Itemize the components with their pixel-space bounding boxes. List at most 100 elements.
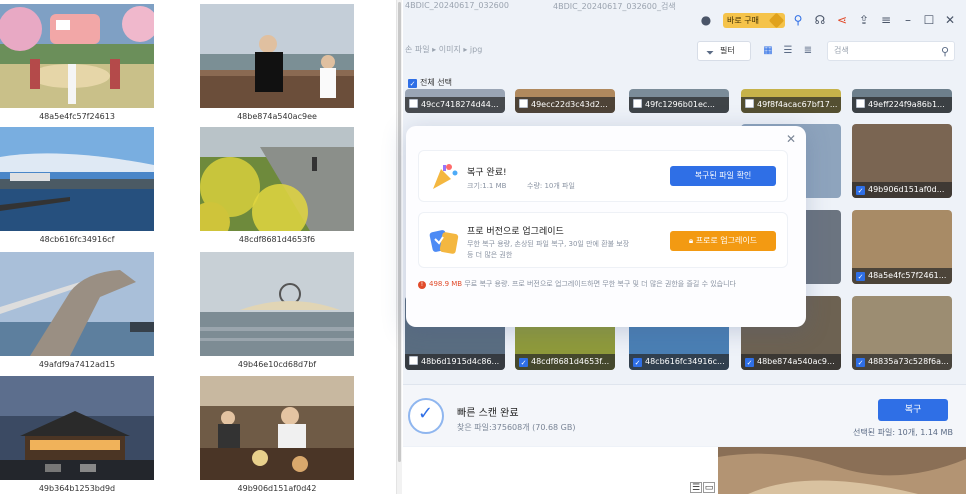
thumbnail-caption: 49b364b1253bd9d — [38, 484, 116, 493]
found-files-count: 찾은 파일:375608개 (70.68 GB) — [457, 423, 576, 432]
ghost-filename: 4BDIC_20240617_032600_검색 — [553, 2, 676, 11]
checkbox[interactable]: ✓ — [856, 358, 865, 367]
close-icon[interactable]: ✕ — [942, 12, 958, 28]
checkbox[interactable] — [409, 99, 418, 108]
thumbnail-caption: 48be874a540ac9ee — [237, 112, 317, 121]
checkbox[interactable] — [519, 99, 528, 108]
thumbnail-image — [0, 376, 154, 480]
maximize-icon[interactable]: ☐ — [921, 12, 937, 28]
status-bar: ✓ 빠른 스캔 완료 찾은 파일:375608개 (70.68 GB) 복구 선… — [403, 384, 966, 446]
thumbnail-image — [200, 4, 354, 108]
checkbox[interactable]: ✓ — [519, 358, 528, 367]
recovery-complete-card: 복구 완료! 크기:1.1 MB 수량: 10개 파일 복구된 파일 확인 — [418, 150, 788, 202]
headset-icon[interactable]: ☊ — [812, 12, 828, 28]
file-name: ✓ 48be874a540ac9... — [741, 354, 841, 370]
pin-icon[interactable]: ⚲ — [790, 12, 806, 28]
list-view-icon[interactable]: ≣ — [801, 44, 815, 58]
free-quota-warning: ! 498.9 MB 무료 복구 용량. 프로 버전으로 업그레이드하면 무한 복… — [418, 279, 736, 289]
checkbox[interactable]: ✓ — [856, 186, 865, 195]
buy-now-label: 바로 구매 — [727, 16, 759, 25]
checkbox[interactable] — [409, 356, 418, 365]
file-tile[interactable]: 49cc7418274d44... — [405, 89, 505, 113]
thumbnail-caption: 48cdf8681d4653f6 — [238, 235, 316, 244]
thumbnail-image — [200, 252, 354, 356]
file-name: 49fc1296b01ec... — [629, 97, 729, 113]
title-bar: 4BDIC_20240617_032600 4BDIC_20240617_032… — [403, 0, 966, 38]
file-name: ✓ 48835a73c528f6a... — [852, 354, 952, 370]
discord-icon[interactable]: ● — [698, 12, 714, 28]
recover-button[interactable]: 복구 — [878, 399, 948, 421]
select-all-checkbox[interactable]: ✓ 전체 선택 — [408, 77, 452, 88]
filter-button[interactable]: ⏷ 필터 — [697, 41, 751, 61]
detail-view-icon[interactable]: ☰ — [781, 44, 795, 58]
recovery-complete-dialog: ✕ 복구 완료! 크기:1.1 MB 수량: 10개 파일 복구된 파일 확인 … — [406, 126, 806, 327]
list-mode-icon[interactable]: ☰ — [690, 482, 702, 493]
share-icon[interactable]: ⋖ — [834, 12, 850, 28]
dialog-close-icon[interactable]: ✕ — [786, 132, 796, 146]
file-name: ✓ 48a5e4fc57f2461... — [852, 268, 952, 284]
checkbox[interactable]: ✓ — [745, 358, 754, 367]
checkbox[interactable]: ✓ — [633, 358, 642, 367]
checkbox[interactable] — [633, 99, 642, 108]
free-quota-text: 무료 복구 용량. 프로 버전으로 업그레이드하면 무한 복구 및 더 많은 권… — [464, 280, 736, 288]
search-placeholder: 검색 — [834, 46, 849, 55]
toolbar: 손 파일 ▸ 이미지 ▸ jpg ⏷ 필터 ▦ ☰ ≣ 검색 ⚲ — [403, 38, 966, 64]
thumbnail-caption: 48a5e4fc57f24613 — [39, 112, 115, 121]
filter-icon: ⏷ — [706, 48, 714, 59]
file-tile[interactable]: 49fc1296b01ec... — [629, 89, 729, 113]
ghost-filename: 4BDIC_20240617_032600 — [405, 1, 509, 10]
upgrade-title: 프로 버전으로 업그레이드 — [467, 227, 564, 237]
upgrade-to-pro-button[interactable]: 🔒︎ 프로로 업그레이드 — [670, 231, 776, 251]
upgrade-description: 무한 복구 용량, 손상된 파일 복구, 30일 만에 환불 보장 — [467, 240, 630, 248]
menu-icon[interactable]: ≡ — [878, 12, 894, 28]
thumbnail-image — [200, 376, 354, 480]
recovery-complete-title: 복구 완료! — [467, 168, 507, 178]
background-photo — [718, 447, 966, 494]
thumbnail-image — [200, 127, 354, 231]
file-name: ✓ 49b906d151af0d... — [852, 182, 952, 198]
file-explorer-pane: 48a5e4fc57f24613 48be874a540ac9ee 48cb61… — [0, 0, 402, 494]
checkbox[interactable] — [745, 99, 754, 108]
checkbox[interactable]: ✓ — [856, 272, 865, 281]
filter-label: 필터 — [720, 46, 735, 55]
file-name: ✓ 48cb616fc34916c... — [629, 354, 729, 370]
checkbox[interactable] — [856, 99, 865, 108]
minimize-icon[interactable]: – — [900, 12, 916, 28]
file-tile[interactable]: 49eff224f9a86b1... — [852, 89, 952, 113]
scan-complete-icon: ✓ — [408, 398, 444, 434]
gem-icon — [768, 12, 785, 29]
view-recovered-files-button[interactable]: 복구된 파일 확인 — [670, 166, 776, 186]
alert-icon: ! — [418, 281, 426, 289]
grid-view-icon[interactable]: ▦ — [761, 44, 775, 58]
explorer-scrollbar[interactable] — [396, 0, 402, 494]
checkbox[interactable]: ✓ — [408, 79, 417, 88]
file-tile[interactable]: 49f8f4acac67bf17... — [741, 89, 841, 113]
footer-area — [403, 447, 718, 494]
thumbnail-image — [0, 127, 154, 231]
search-input[interactable]: 검색 ⚲ — [827, 41, 955, 61]
free-quota-amount: 498.9 MB — [429, 280, 463, 288]
file-name: 49eff224f9a86b1... — [852, 97, 952, 113]
file-name: 49f8f4acac67bf17... — [741, 97, 841, 113]
thumbnail-caption: 49b46e10cd68d7bf — [237, 360, 317, 369]
file-tile[interactable]: ✓ 48835a73c528f6a... — [852, 296, 952, 370]
preview-mode-icon[interactable]: ▭ — [703, 482, 715, 493]
buy-now-badge[interactable]: 바로 구매 — [723, 12, 785, 29]
upgrade-card: 프로 버전으로 업그레이드 무한 복구 용량, 손상된 파일 복구, 30일 만… — [418, 212, 788, 268]
thumbnail-image — [0, 252, 154, 356]
file-tile[interactable]: ✓ 48a5e4fc57f2461... — [852, 210, 952, 284]
upload-icon[interactable]: ⇪ — [856, 12, 872, 28]
scrollbar-thumb[interactable] — [398, 2, 401, 462]
thumbnail-caption: 49afdf9a7412ad15 — [38, 360, 116, 369]
recovered-size: 크기:1.1 MB — [467, 182, 507, 190]
file-tile[interactable]: 49ecc22d3c43d2... — [515, 89, 615, 113]
selected-files-info: 선택된 파일: 10개, 1.14 MB — [853, 428, 953, 437]
upgrade-description-cont: 등 더 많은 권한 — [467, 251, 513, 259]
recovered-count: 수량: 10개 파일 — [527, 182, 575, 190]
thumbnail-image — [0, 4, 154, 108]
celebration-icon — [433, 164, 458, 189]
pro-badge-icon — [429, 230, 459, 254]
breadcrumb[interactable]: 손 파일 ▸ 이미지 ▸ jpg — [405, 44, 482, 55]
search-icon: ⚲ — [940, 45, 949, 58]
file-tile[interactable]: ✓ 49b906d151af0d... — [852, 124, 952, 198]
